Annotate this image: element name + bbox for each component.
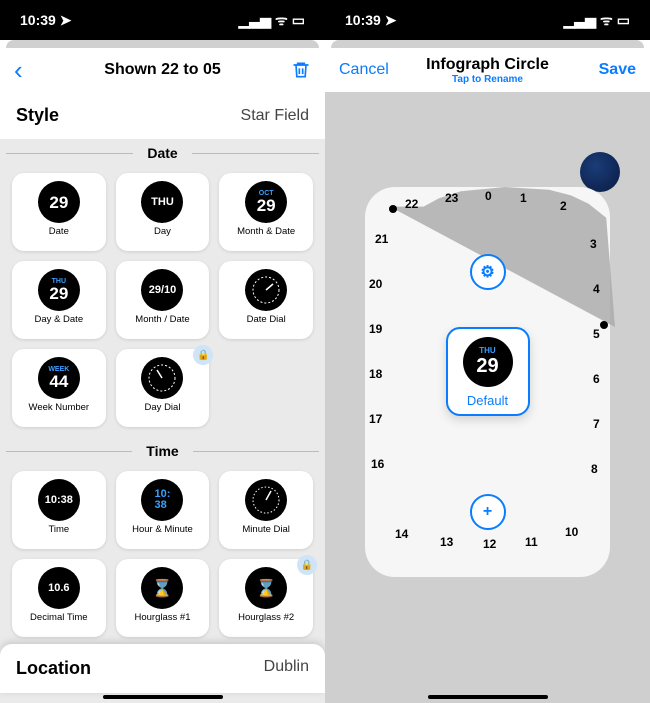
hour-minute-icon: 10: 38: [141, 479, 183, 521]
hourglass-2-icon: ⌛: [245, 567, 287, 609]
time-grid: 10:38Time 10: 38Hour & Minute Minute Dia…: [0, 465, 325, 647]
card-week-number[interactable]: WEEK44Week Number: [12, 349, 106, 427]
month-date-icon: OCT29: [245, 181, 287, 223]
month-slash-date-icon: 29/10: [141, 269, 183, 311]
card-day-date[interactable]: THU29Day & Date: [12, 261, 106, 339]
card-decimal-time[interactable]: 10.6Decimal Time: [12, 559, 106, 637]
save-button[interactable]: Save: [599, 61, 636, 79]
card-minute-dial[interactable]: Minute Dial: [219, 471, 313, 549]
preview-area[interactable]: 22 23 0 1 2 21 3 20 4 19 5 18 6 17 7 16 …: [325, 92, 650, 703]
battery-icon: ▭: [292, 12, 305, 29]
add-button[interactable]: +: [470, 494, 506, 530]
card-hourglass-2[interactable]: 🔒⌛Hourglass #2: [219, 559, 313, 637]
time-icon: 10:38: [38, 479, 80, 521]
nav-title[interactable]: Shown 22 to 05: [104, 61, 220, 78]
lock-icon: 🔒: [193, 345, 213, 365]
week-number-icon: WEEK44: [38, 357, 80, 399]
lock-icon: 🔒: [297, 555, 317, 575]
complication-icon: THU 29: [463, 337, 513, 387]
day-dial-icon: [141, 357, 183, 399]
complication-card[interactable]: THU 29 Default: [446, 327, 530, 416]
card-month-date[interactable]: OCT29Month & Date: [219, 173, 313, 251]
hourglass-1-icon: ⌛: [141, 567, 183, 609]
card-hour-minute[interactable]: 10: 38Hour & Minute: [116, 471, 210, 549]
card-day-dial[interactable]: 🔒Day Dial: [116, 349, 210, 427]
home-indicator[interactable]: [103, 695, 223, 699]
nav-bar-left: ‹ Shown 22 to 05: [0, 48, 325, 92]
section-time: Time: [0, 437, 325, 465]
status-bar: 10:39 ➤ ▁▃▅ᯤ▭: [325, 0, 650, 40]
range-handle-start[interactable]: [389, 205, 397, 213]
card-date[interactable]: 29Date: [12, 173, 106, 251]
home-indicator[interactable]: [428, 695, 548, 699]
date-dial-icon: [245, 269, 287, 311]
range-handle-end[interactable]: [600, 321, 608, 329]
battery-icon: ▭: [617, 12, 630, 29]
date-icon: 29: [38, 181, 80, 223]
nav-bar-right: Cancel Infograph Circle Tap to Rename Sa…: [325, 48, 650, 92]
card-date-dial[interactable]: Date Dial: [219, 261, 313, 339]
phone-right: 10:39 ➤ ▁▃▅ᯤ▭ Cancel Infograph Circle Ta…: [325, 0, 650, 703]
signal-icon: ▁▃▅: [239, 12, 271, 29]
style-row[interactable]: Style Star Field: [0, 92, 325, 139]
day-date-icon: THU29: [38, 269, 80, 311]
content-left: Style Star Field Date 29Date THUDay OCT2…: [0, 92, 325, 703]
card-day[interactable]: THUDay: [116, 173, 210, 251]
card-time[interactable]: 10:38Time: [12, 471, 106, 549]
trash-button[interactable]: [291, 60, 311, 80]
wifi-icon: ᯤ: [600, 11, 613, 30]
phone-left: 10:39 ➤ ▁▃▅ᯤ▭ ‹ Shown 22 to 05 Style Sta…: [0, 0, 325, 703]
day-icon: THU: [141, 181, 183, 223]
back-button[interactable]: ‹: [14, 55, 23, 86]
complication-label: Default: [467, 393, 508, 408]
cancel-button[interactable]: Cancel: [339, 61, 389, 79]
gear-button[interactable]: ⚙︎: [470, 254, 506, 290]
style-orb[interactable]: [580, 152, 620, 192]
minute-dial-icon: [245, 479, 287, 521]
night-mask: [395, 187, 615, 327]
card-hourglass-1[interactable]: ⌛Hourglass #1: [116, 559, 210, 637]
decimal-time-icon: 10.6: [38, 567, 80, 609]
sheet-behind: [331, 40, 644, 48]
date-grid: 29Date THUDay OCT29Month & Date THU29Day…: [0, 167, 325, 437]
status-bar: 10:39 ➤ ▁▃▅ᯤ▭: [0, 0, 325, 40]
card-month-slash-date[interactable]: 29/10Month / Date: [116, 261, 210, 339]
section-date: Date: [0, 139, 325, 167]
signal-icon: ▁▃▅: [564, 12, 596, 29]
location-row[interactable]: Location Dublin: [0, 644, 325, 693]
wifi-icon: ᯤ: [275, 11, 288, 30]
sheet-behind: [6, 40, 319, 48]
